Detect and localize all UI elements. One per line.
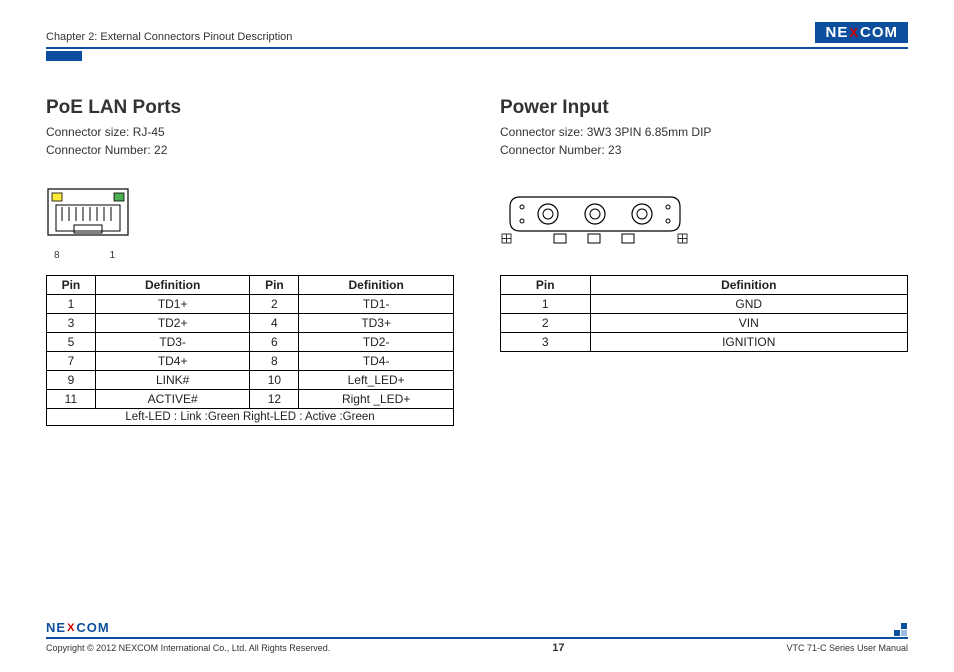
table-row: 7TD4+8TD4- bbox=[47, 352, 454, 371]
connector-number-left: Connector Number: 22 bbox=[46, 141, 454, 159]
table-row: 1GND bbox=[501, 295, 908, 314]
brand-logo: NE X COM bbox=[815, 22, 908, 43]
page-footer: NE X COM Copyright © 2012 NEXCOM Interna… bbox=[46, 620, 908, 654]
rj45-diagram: 8 1 bbox=[46, 187, 454, 255]
logo-part-x: X bbox=[849, 25, 859, 40]
table-row: 3IGNITION bbox=[501, 333, 908, 352]
th-pin: Pin bbox=[47, 276, 96, 295]
accent-block bbox=[46, 51, 82, 61]
logo-part-left: NE bbox=[825, 24, 848, 41]
table-row: 3TD2+4TD3+ bbox=[47, 314, 454, 333]
pin-label-1: 1 bbox=[110, 250, 116, 261]
connector-size-right: Connector size: 3W3 3PIN 6.85mm DIP bbox=[500, 123, 908, 141]
table-row: 11ACTIVE#12Right _LED+ bbox=[47, 390, 454, 409]
content-columns: PoE LAN Ports Connector size: RJ-45 Conn… bbox=[46, 97, 908, 426]
manual-name: VTC 71-C Series User Manual bbox=[786, 643, 908, 653]
table-row: 2VIN bbox=[501, 314, 908, 333]
th-pin: Pin bbox=[501, 276, 591, 295]
th-pin2: Pin bbox=[250, 276, 299, 295]
section-title-right: Power Input bbox=[500, 97, 908, 119]
pin-label-8: 8 bbox=[54, 250, 60, 261]
connector-size-left: Connector size: RJ-45 bbox=[46, 123, 454, 141]
section-title-left: PoE LAN Ports bbox=[46, 97, 454, 119]
th-def: Definition bbox=[95, 276, 250, 295]
table-row: 5TD3-6TD2- bbox=[47, 333, 454, 352]
page-number: 17 bbox=[552, 642, 564, 654]
footer-logo: NE X COM bbox=[46, 620, 110, 635]
copyright-text: Copyright © 2012 NEXCOM International Co… bbox=[46, 643, 330, 653]
th-def: Definition bbox=[590, 276, 907, 295]
th-def2: Definition bbox=[299, 276, 454, 295]
power-input-section: Power Input Connector size: 3W3 3PIN 6.8… bbox=[500, 97, 908, 426]
table-footnote: Left-LED : Link :Green Right-LED : Activ… bbox=[47, 409, 454, 426]
logo-part-right: COM bbox=[860, 24, 898, 41]
table-row: 9LINK#10Left_LED+ bbox=[47, 371, 454, 390]
header-bar: Chapter 2: External Connectors Pinout De… bbox=[46, 22, 908, 49]
power-pinout-table: Pin Definition 1GND 2VIN 3IGNITION bbox=[500, 275, 908, 352]
connector-number-right: Connector Number: 23 bbox=[500, 141, 908, 159]
chapter-title: Chapter 2: External Connectors Pinout De… bbox=[46, 31, 292, 43]
power-connector-diagram bbox=[500, 187, 908, 255]
footer-corner-icon bbox=[894, 623, 908, 637]
poe-lan-ports-section: PoE LAN Ports Connector size: RJ-45 Conn… bbox=[46, 97, 454, 426]
poe-pinout-table: Pin Definition Pin Definition 1TD1+2TD1-… bbox=[46, 275, 454, 426]
table-row: 1TD1+2TD1- bbox=[47, 295, 454, 314]
